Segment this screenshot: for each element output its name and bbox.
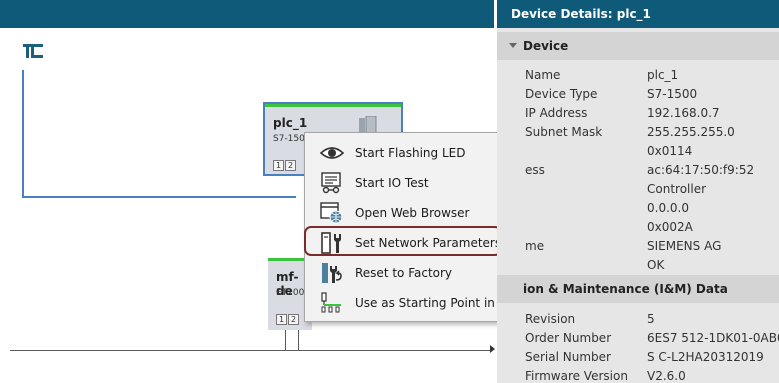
chevron-right-icon[interactable] <box>490 345 495 353</box>
detail-value: S C-L2HA20312019 <box>647 350 764 364</box>
detail-row: ess ac:64:17:50:f9:52 <box>497 161 779 180</box>
detail-value: Controller <box>647 182 707 196</box>
reset-factory-icon <box>322 263 342 283</box>
detail-row: me SIEMENS AG <box>497 237 779 256</box>
device-name: plc_1 <box>273 116 308 130</box>
web-browser-icon <box>320 202 343 224</box>
detail-key: ess <box>525 163 545 177</box>
device-port[interactable]: 1 <box>273 160 284 171</box>
detail-row: 0.0.0.0 <box>497 199 779 218</box>
device-port[interactable]: 1 <box>276 314 287 325</box>
detail-value: 255.255.255.0 <box>647 125 735 139</box>
detail-row: 0x002A <box>497 218 779 237</box>
detail-value: plc_1 <box>647 68 679 82</box>
io-test-icon <box>321 172 341 194</box>
menu-item-label: Reset to Factory <box>355 266 453 280</box>
detail-key: Firmware Version <box>525 369 628 383</box>
device-details-panel: Device Details: plc_1 Device Name plc_1 … <box>497 0 779 383</box>
detail-key: Subnet Mask <box>525 125 603 139</box>
detail-row: Order Number 6ES7 512-1DK01-0AB0 <box>497 329 779 348</box>
detail-value: 0.0.0.0 <box>647 201 689 215</box>
detail-key: Revision <box>525 312 576 326</box>
canvas-toolbar <box>0 0 494 28</box>
detail-value: ac:64:17:50:f9:52 <box>647 163 755 177</box>
device-port[interactable]: 2 <box>285 160 296 171</box>
detail-value: SIEMENS AG <box>647 239 722 253</box>
highlight-outline <box>304 226 502 256</box>
menu-item-label: Start Flashing LED <box>355 146 466 160</box>
starting-point-icon <box>321 292 341 313</box>
detail-value: 5 <box>647 312 655 326</box>
detail-row: Name plc_1 <box>497 66 779 85</box>
section-header-device[interactable]: Device <box>497 32 779 60</box>
section-label: ion & Maintenance (I&M) Data <box>523 282 728 296</box>
section-header-im-data[interactable]: ion & Maintenance (I&M) Data <box>497 275 779 303</box>
network-topology-icon[interactable] <box>22 42 44 60</box>
detail-key: Serial Number <box>525 350 611 364</box>
network-line <box>298 330 299 350</box>
device-status-strip <box>265 104 401 107</box>
detail-value: 0x0114 <box>647 144 693 158</box>
detail-value: S7-1500 <box>647 87 698 101</box>
detail-row: Controller <box>497 180 779 199</box>
panel-title: Device Details: plc_1 <box>497 0 779 28</box>
detail-key: Device Type <box>525 87 598 101</box>
detail-row: Device Type S7-1500 <box>497 85 779 104</box>
menu-item-label: Open Web Browser <box>355 206 470 220</box>
eye-icon <box>319 147 345 159</box>
detail-key: me <box>525 239 545 253</box>
network-line <box>285 330 286 350</box>
detail-value: 0x002A <box>647 220 693 234</box>
detail-row: Revision 5 <box>497 310 779 329</box>
menu-item-label: Start IO Test <box>355 176 429 190</box>
detail-key: Name <box>525 68 561 82</box>
detail-key: IP Address <box>525 106 588 120</box>
chevron-down-icon <box>509 43 517 48</box>
detail-row: Subnet Mask 255.255.255.0 <box>497 123 779 142</box>
section-label: Device <box>523 39 569 53</box>
network-line <box>22 70 24 198</box>
device-port[interactable]: 2 <box>288 314 299 325</box>
detail-value: 6ES7 512-1DK01-0AB0 <box>647 331 779 345</box>
detail-row: Serial Number S C-L2HA20312019 <box>497 348 779 367</box>
network-line <box>298 350 490 351</box>
detail-value: OK <box>647 258 665 272</box>
detail-row: 0x0114 <box>497 142 779 161</box>
detail-value: 192.168.0.7 <box>647 106 720 120</box>
network-line <box>22 196 296 198</box>
detail-row: IP Address 192.168.0.7 <box>497 104 779 123</box>
detail-value: V2.6.0 <box>647 369 686 383</box>
detail-key: Order Number <box>525 331 612 345</box>
network-line <box>10 350 300 351</box>
detail-row: OK <box>497 256 779 275</box>
detail-row: Firmware Version V2.6.0 <box>497 367 779 383</box>
